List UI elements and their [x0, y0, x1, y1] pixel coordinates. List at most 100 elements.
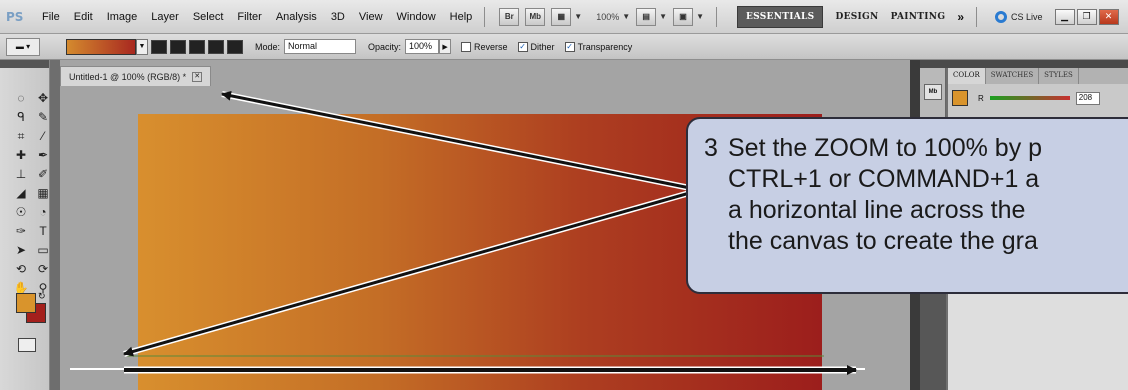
clone-stamp-tool-icon[interactable]: ⊥ — [12, 166, 30, 182]
swap-colors-icon[interactable]: ↻ — [38, 291, 46, 302]
move-tool-icon[interactable]: ✥ — [34, 90, 52, 106]
dither-label: Dither — [530, 41, 555, 52]
mini-bridge-panel-button[interactable]: Mb — [924, 84, 942, 100]
checkmark-icon: ✓ — [517, 41, 528, 52]
more-workspaces-button[interactable]: » — [957, 10, 964, 24]
minimize-icon[interactable]: ▁ — [1054, 8, 1075, 25]
instruction-callout: 3 Set the ZOOM to 100% by p CTRL+1 or COM… — [686, 117, 1128, 294]
bridge-button[interactable]: Br — [499, 7, 520, 26]
options-bar: ▬ ▾ ▼ Mode: Normal Opacity: 100% ▶ Rever… — [0, 34, 1128, 60]
workspace-essentials[interactable]: ESSENTIALS — [737, 5, 824, 28]
chevron-down-icon[interactable]: ▼ — [622, 12, 630, 21]
transparency-label: Transparency — [577, 41, 633, 52]
screen-mode-icon[interactable]: ▣ — [673, 7, 694, 26]
close-icon[interactable]: ✕ — [1098, 8, 1119, 25]
cs-live-icon — [995, 10, 1008, 23]
tool-preset-picker[interactable]: ▬ ▾ — [6, 37, 40, 56]
transparency-checkbox[interactable]: ✓ Transparency — [564, 41, 633, 52]
crop-tool-icon[interactable]: ⌗ — [12, 128, 30, 144]
extras-icon[interactable]: ▦ — [551, 7, 572, 26]
marquee-tool-icon[interactable]: ◌ — [12, 90, 30, 106]
tab-styles[interactable]: STYLES — [1039, 68, 1079, 84]
menu-3d[interactable]: 3D — [331, 11, 345, 23]
radial-gradient-button[interactable] — [170, 39, 186, 54]
quick-select-tool-icon[interactable]: ✎ — [34, 109, 52, 125]
checkmark-icon: ✓ — [564, 41, 575, 52]
gradient-editor-swatch[interactable] — [66, 38, 136, 55]
opacity-input[interactable]: 100% — [405, 39, 440, 54]
shape-tool-icon[interactable]: ▭ — [34, 242, 52, 258]
workspace-painting[interactable]: PAINTING — [891, 12, 946, 22]
close-icon[interactable]: ✕ — [192, 71, 203, 82]
reflected-gradient-button[interactable] — [208, 39, 224, 54]
red-channel-row: R 208 — [952, 90, 1128, 106]
dither-checkbox[interactable]: ✓ Dither — [517, 41, 555, 52]
callout-line: 3 Set the ZOOM to 100% by p — [704, 133, 1128, 164]
workspace-design[interactable]: DESIGN — [835, 12, 878, 22]
chevron-down-icon[interactable]: ▼ — [696, 12, 704, 21]
menu-analysis[interactable]: Analysis — [276, 11, 317, 23]
chevron-down-icon[interactable]: ▼ — [659, 12, 667, 21]
photoshop-logo: PS — [6, 9, 24, 24]
quick-mask-button[interactable] — [18, 338, 36, 352]
panel-grip[interactable] — [920, 60, 1128, 68]
step-number: 3 — [704, 134, 718, 162]
cs-live-button[interactable]: CS Live — [995, 10, 1043, 23]
eyedropper-tool-icon[interactable]: ⁄ — [34, 128, 52, 144]
menu-image[interactable]: Image — [107, 11, 138, 23]
mode-select[interactable]: Normal — [284, 39, 357, 54]
foreground-color-swatch[interactable] — [16, 293, 36, 313]
menu-view[interactable]: View — [359, 11, 383, 23]
mini-bridge-button[interactable]: Mb — [525, 7, 546, 26]
document-tab-title: Untitled-1 @ 100% (RGB/8) * — [69, 71, 187, 82]
lasso-tool-icon[interactable]: ᑫ — [12, 109, 30, 125]
callout-text: Set the ZOOM to 100% by p — [728, 134, 1043, 162]
blur-tool-icon[interactable]: ☉ — [12, 204, 30, 220]
menu-help[interactable]: Help — [450, 11, 473, 23]
tools-panel: ◌ ✥ ᑫ ✎ ⌗ ⁄ ✚ ✒ ⊥ ✐ ◢ ▦ ☉ ◔ ✑ T ➤ ▭ ⟲ ⟳ … — [0, 60, 50, 390]
callout-line: CTRL+1 or COMMAND+1 a — [728, 165, 1040, 193]
chevron-down-icon[interactable]: ▼ — [574, 12, 582, 21]
panel-grip[interactable] — [0, 60, 49, 68]
healing-brush-tool-icon[interactable]: ✚ — [12, 147, 30, 163]
3d-rotate-tool-icon[interactable]: ⟲ — [12, 261, 30, 277]
color-swatches: ↻ — [16, 291, 50, 333]
menu-layer[interactable]: Layer — [151, 11, 179, 23]
angle-gradient-button[interactable] — [189, 39, 205, 54]
red-channel-input[interactable]: 208 — [1075, 91, 1100, 105]
restore-icon[interactable]: ❐ — [1076, 8, 1097, 25]
foreground-color-swatch[interactable] — [952, 90, 968, 106]
linear-gradient-button[interactable] — [151, 39, 167, 54]
diamond-gradient-button[interactable] — [227, 39, 243, 54]
red-channel-slider[interactable] — [989, 96, 1070, 100]
document-tab[interactable]: Untitled-1 @ 100% (RGB/8) * ✕ — [60, 66, 212, 86]
menu-filter[interactable]: Filter — [237, 11, 261, 23]
gradient-tool-icon[interactable]: ▦ — [34, 185, 52, 201]
history-brush-tool-icon[interactable]: ✐ — [34, 166, 52, 182]
reverse-checkbox[interactable]: Reverse — [461, 41, 508, 52]
window-controls: ▁ ❐ ✕ — [1053, 8, 1119, 25]
menu-window[interactable]: Window — [397, 11, 436, 23]
opacity-slider-button[interactable]: ▶ — [439, 39, 452, 54]
menu-file[interactable]: File — [42, 11, 60, 23]
3d-orbit-tool-icon[interactable]: ⟳ — [34, 261, 52, 277]
dodge-tool-icon[interactable]: ◔ — [34, 204, 52, 220]
reverse-label: Reverse — [474, 41, 508, 52]
callout-line: the canvas to create the gra — [728, 227, 1038, 255]
mode-label: Mode: — [255, 41, 281, 52]
path-select-tool-icon[interactable]: ➤ — [12, 242, 30, 258]
arrange-documents-icon[interactable]: ▤ — [636, 7, 657, 26]
menu-select[interactable]: Select — [193, 11, 224, 23]
zoom-level[interactable]: 100% — [596, 12, 619, 22]
eraser-tool-icon[interactable]: ◢ — [12, 185, 30, 201]
tab-swatches[interactable]: SWATCHES — [986, 68, 1040, 84]
tab-color[interactable]: COLOR — [948, 68, 986, 84]
menu-edit[interactable]: Edit — [74, 11, 93, 23]
checkbox-box — [461, 41, 472, 52]
type-tool-icon[interactable]: T — [34, 223, 52, 239]
pen-tool-icon[interactable]: ✑ — [12, 223, 30, 239]
menu-separator — [484, 6, 486, 27]
channel-label: R — [978, 93, 984, 103]
brush-tool-icon[interactable]: ✒ — [34, 147, 52, 163]
gradient-picker-chevron-icon[interactable]: ▼ — [136, 38, 148, 55]
